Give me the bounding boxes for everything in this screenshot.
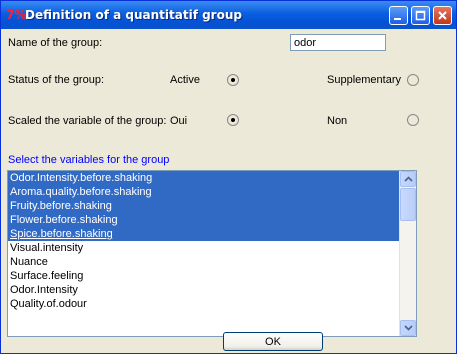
variable-list-item[interactable]: Surface.feeling: [8, 269, 402, 283]
scaled-label: Scaled the variable of the group:: [8, 115, 167, 127]
variable-list-item[interactable]: Nuance: [8, 255, 402, 269]
ok-button[interactable]: OK: [223, 332, 323, 351]
scaled-oui-radio[interactable]: [227, 114, 239, 126]
close-icon: [438, 11, 447, 20]
chevron-down-icon: [403, 325, 413, 331]
title-bar[interactable]: 7% Definition of a quantitatif group: [1, 1, 456, 29]
variables-list: Odor.Intensity.before.shaking Aroma.quali…: [8, 171, 402, 311]
group-name-input[interactable]: [290, 34, 386, 51]
status-label: Status of the group:: [8, 74, 105, 86]
dialog-window: 7% Definition of a quantitatif group Nam…: [0, 0, 457, 354]
scaled-non-label: Non: [327, 115, 348, 127]
variable-list-item[interactable]: Odor.Intensity: [8, 283, 402, 297]
maximize-button[interactable]: [411, 6, 430, 25]
variable-list-item[interactable]: Spice.before.shaking: [8, 227, 402, 241]
status-active-label: Active: [170, 74, 200, 86]
group-name-label: Name of the group:: [8, 37, 103, 49]
scroll-down-button[interactable]: [400, 320, 416, 336]
status-supplementary-label: Supplementary: [327, 74, 401, 86]
close-button[interactable]: [433, 6, 452, 25]
minimize-button[interactable]: [389, 6, 408, 25]
variables-listbox[interactable]: Odor.Intensity.before.shaking Aroma.quali…: [7, 170, 417, 337]
variable-list-item[interactable]: Flower.before.shaking: [8, 213, 402, 227]
minimize-icon: [394, 18, 401, 20]
scroll-up-button[interactable]: [400, 171, 416, 187]
app-icon: 7%: [6, 8, 27, 22]
scaled-oui-label: Oui: [170, 115, 188, 127]
dialog-content: Name of the group: Status of the group: …: [4, 29, 453, 351]
variable-list-item[interactable]: Odor.Intensity.before.shaking: [8, 171, 402, 185]
scaled-non-radio[interactable]: [407, 114, 419, 126]
window-title: Definition of a quantitatif group: [25, 8, 242, 22]
variable-list-item[interactable]: Fruity.before.shaking: [8, 199, 402, 213]
status-active-radio[interactable]: [227, 74, 239, 86]
chevron-up-icon: [403, 176, 413, 182]
variables-section-label: Select the variables for the group: [8, 154, 170, 166]
maximize-icon: [415, 10, 426, 21]
variables-scrollbar[interactable]: [399, 171, 416, 336]
variable-list-item[interactable]: Quality.of.odour: [8, 297, 402, 311]
variable-list-item[interactable]: Visual.intensity: [8, 241, 402, 255]
variable-list-item[interactable]: Aroma.quality.before.shaking: [8, 185, 402, 199]
status-supplementary-radio[interactable]: [407, 74, 419, 86]
scroll-thumb[interactable]: [400, 188, 416, 221]
